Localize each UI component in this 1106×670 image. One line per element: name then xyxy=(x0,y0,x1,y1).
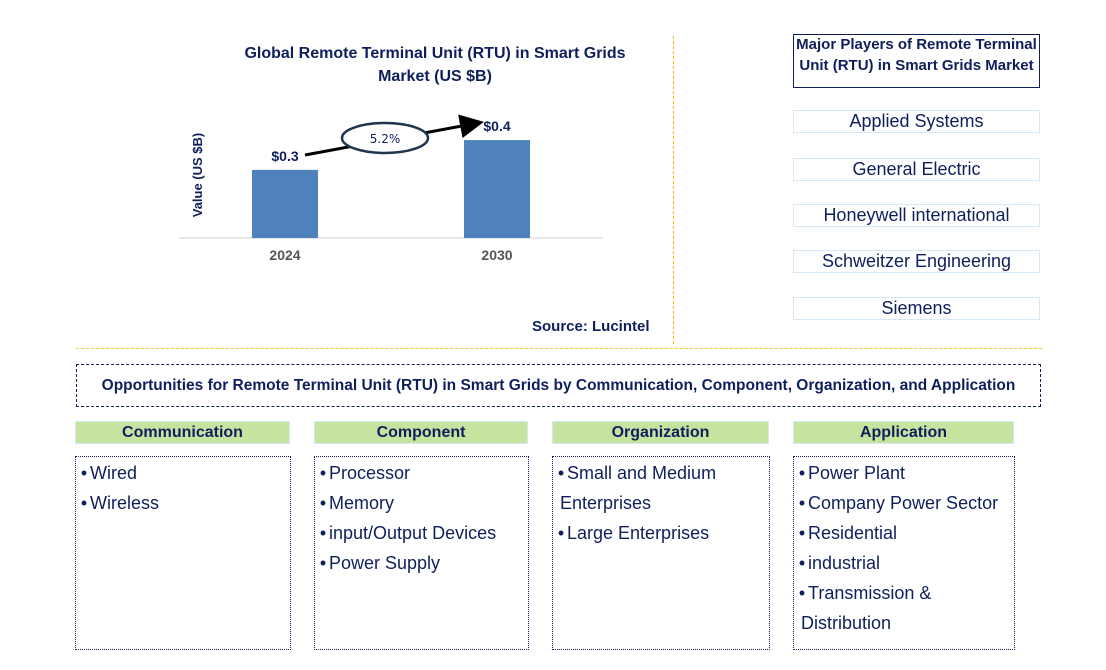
list-item-text: Power Supply xyxy=(329,553,441,573)
bullet-icon: • xyxy=(798,463,806,483)
list-item-text: Company Power Sector xyxy=(808,493,999,513)
category-list-organization: • Small and Medium Enterprises • Large Ente… xyxy=(552,456,770,650)
list-item-text: industrial xyxy=(808,553,881,573)
horizontal-divider xyxy=(76,348,1042,349)
category-header-communication: Communication xyxy=(75,421,290,444)
category-list-application: • Power Plant • Company Power Sector • Reside… xyxy=(793,456,1015,650)
x-tick-2024: 2024 xyxy=(269,247,300,263)
list-item: • input/Output Devices xyxy=(317,518,526,548)
data-label-2024: $0.3 xyxy=(271,148,298,164)
bullet-icon: • xyxy=(557,523,565,543)
list-item-text: input/Output Devices xyxy=(329,523,497,543)
y-axis-label: Value (US $B) xyxy=(190,133,205,218)
list-item-text: Large Enterprises xyxy=(567,523,710,543)
list-item: • Power Supply xyxy=(317,548,526,578)
player-item: Siemens xyxy=(793,297,1040,320)
players-title: Major Players of Remote Terminal Unit (R… xyxy=(793,34,1040,88)
list-item: • Memory xyxy=(317,488,526,518)
list-item-text: Wireless xyxy=(90,493,160,513)
bar-chart: Value (US $B) $0.3 2024 $0.4 2030 5.2% xyxy=(179,114,603,263)
category-header-component: Component xyxy=(314,421,528,444)
data-label-2030: $0.4 xyxy=(483,118,510,134)
category-header-organization: Organization xyxy=(552,421,769,444)
list-item-text: Residential xyxy=(808,523,898,543)
bullet-icon: • xyxy=(798,553,806,573)
list-item: • Large Enterprises xyxy=(555,518,767,548)
bullet-icon: • xyxy=(319,553,327,573)
list-item-text: Power Plant xyxy=(808,463,906,483)
list-item-text: Wired xyxy=(90,463,138,483)
list-item-text: Small and Medium Enterprises xyxy=(560,463,717,513)
category-header-application: Application xyxy=(793,421,1014,444)
player-item: Honeywell international xyxy=(793,204,1040,227)
bullet-icon: • xyxy=(557,463,565,483)
bullet-icon: • xyxy=(80,493,88,513)
bullet-icon: • xyxy=(80,463,88,483)
vertical-divider xyxy=(673,36,674,344)
bullet-icon: • xyxy=(798,583,806,603)
list-item: • industrial xyxy=(796,548,1012,578)
list-item-text: Transmission & Distribution xyxy=(801,583,932,633)
opportunities-title: Opportunities for Remote Terminal Unit (… xyxy=(76,364,1041,407)
bar-2030 xyxy=(464,140,530,238)
x-tick-2030: 2030 xyxy=(481,247,512,263)
list-item: • Transmission & Distribution xyxy=(796,578,1012,638)
cagr-label: 5.2% xyxy=(370,132,401,146)
bullet-icon: • xyxy=(798,523,806,543)
list-item: • Company Power Sector xyxy=(796,488,1012,518)
player-item: Applied Systems xyxy=(793,110,1040,133)
list-item: • Residential xyxy=(796,518,1012,548)
bullet-icon: • xyxy=(319,523,327,543)
player-item: General Electric xyxy=(793,158,1040,181)
list-item: • Small and Medium Enterprises xyxy=(555,458,767,518)
list-item-text: Processor xyxy=(329,463,411,483)
category-list-component: • Processor • Memory • input/Output Devices • P… xyxy=(314,456,529,650)
bullet-icon: • xyxy=(319,463,327,483)
list-item: • Wired xyxy=(78,458,288,488)
bullet-icon: • xyxy=(798,493,806,513)
bullet-icon: • xyxy=(319,493,327,513)
list-item: • Processor xyxy=(317,458,526,488)
bar-2024 xyxy=(252,169,318,238)
category-list-communication: • Wired • Wireless xyxy=(75,456,291,650)
player-item: Schweitzer Engineering xyxy=(793,250,1040,273)
list-item: • Wireless xyxy=(78,488,288,518)
list-item: • Power Plant xyxy=(796,458,1012,488)
list-item-text: Memory xyxy=(329,493,395,513)
source-label: Source: Lucintel xyxy=(532,318,650,335)
